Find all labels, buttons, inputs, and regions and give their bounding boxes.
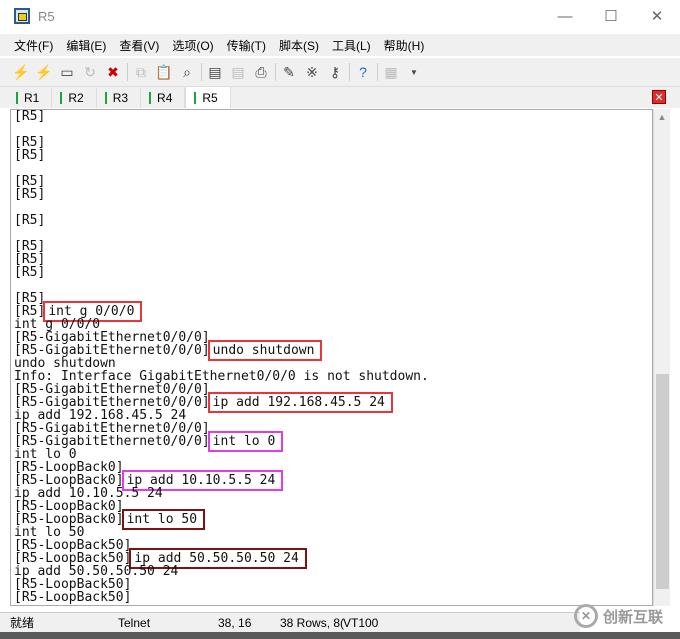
terminal-line: [R5] (14, 136, 429, 149)
terminal-line: [R5] (14, 240, 429, 253)
tab-label: R2 (68, 91, 84, 105)
sftp-icon[interactable]: ※ (303, 63, 321, 81)
find-icon[interactable]: ⌕ (178, 63, 196, 81)
paste-icon[interactable]: 📋 (155, 63, 173, 81)
tab-label: R4 (157, 91, 173, 105)
quick-connect-icon[interactable]: ⚡ (35, 63, 53, 81)
status-protocol: Telnet (118, 615, 151, 630)
line-text: [R5] (14, 213, 46, 228)
watermark-text: 创新互联 (603, 608, 664, 626)
keymap-icon[interactable]: ▦ (382, 63, 400, 81)
key-icon[interactable]: ⚷ (326, 63, 344, 81)
menu-file[interactable]: 文件(F) (14, 37, 53, 54)
menu-edit[interactable]: 编辑(E) (66, 37, 106, 54)
connect-tab-icon[interactable]: ▭ (58, 63, 76, 81)
terminal-line: [R5] (14, 188, 429, 201)
copy-icon[interactable]: ⧉ (132, 63, 150, 81)
maximize-button[interactable]: ☐ (588, 0, 634, 32)
terminal[interactable]: [R5] [R5] [R5] [R5] [R5] [R5] [R5] [R5] [R5] [R5]… (10, 109, 653, 606)
menu-view[interactable]: 查看(V) (119, 37, 159, 54)
status-cursor: 38, 16 (218, 615, 252, 630)
app-icon (14, 8, 30, 24)
scroll-up-icon[interactable]: ▲ (654, 109, 670, 126)
disconnect-icon[interactable]: ✖ (104, 63, 122, 81)
line-text: [R5] (14, 109, 46, 124)
close-tab-icon[interactable]: ✕ (652, 90, 666, 104)
reconnect-icon[interactable]: ↻ (81, 63, 99, 81)
tab-r2[interactable]: R2 (52, 88, 97, 108)
session-tabs: R1 R2 R3 R4 R5 (0, 86, 680, 108)
highlighted-command: int lo 50 (121, 509, 206, 530)
terminal-line: [R5] (14, 110, 429, 123)
line-text: [R5] (14, 148, 46, 163)
tab-r5[interactable]: R5 (185, 86, 231, 108)
watermark-logo: ✕ 创新互联 (574, 600, 674, 632)
status-ready: 就绪 (10, 616, 35, 630)
terminal-line: [R5-LoopBack50] (14, 591, 429, 604)
tab-r1[interactable]: R1 (8, 88, 53, 108)
connect-icon[interactable]: ⚡ (12, 63, 30, 81)
line-text: [R5] (14, 187, 46, 202)
status-bar: 就绪 Telnet 38, 16 38 Rows, 8( VT100 (0, 612, 580, 632)
close-button[interactable]: ✕ (634, 0, 680, 32)
tab-r4[interactable]: R4 (141, 88, 186, 108)
line-text: [R5] (14, 265, 46, 280)
print-selection-icon[interactable]: ▤ (229, 63, 247, 81)
tab-label: R5 (202, 90, 218, 105)
highlighted-command: ip add 192.168.45.5 24 (207, 392, 393, 413)
highlighted-command: undo shutdown (207, 340, 323, 361)
print-icon[interactable]: ⎙ (252, 63, 270, 81)
terminal-line: [R5] (14, 253, 429, 266)
tab-r3[interactable]: R3 (97, 88, 142, 108)
terminal-line: [R5] (14, 214, 429, 227)
line-text: [R5-LoopBack50] (14, 590, 132, 605)
session-options-icon[interactable]: ✎ (280, 63, 298, 81)
menu-tools[interactable]: 工具(L) (332, 37, 371, 54)
terminal-output: [R5] [R5] [R5] [R5] [R5] [R5] [R5] [R5] [R5] [R5]… (14, 110, 429, 604)
highlighted-command: int lo 0 (207, 431, 284, 452)
status-emulation: VT100 (343, 615, 379, 630)
menu-help[interactable]: 帮助(H) (384, 37, 425, 54)
menu-options[interactable]: 选项(O) (172, 37, 213, 54)
print-screen-icon[interactable]: ▤ (206, 63, 224, 81)
tab-label: R1 (24, 91, 40, 105)
scrollbar[interactable]: ▲ (653, 109, 670, 606)
help-icon[interactable]: ? (354, 63, 372, 81)
status-size: 38 Rows, 8( (280, 615, 345, 630)
menu-script[interactable]: 脚本(S) (279, 37, 319, 54)
terminal-line: [R5] (14, 175, 429, 188)
desktop-background (0, 632, 680, 639)
scroll-thumb[interactable] (656, 374, 669, 589)
minimize-button[interactable]: — (542, 0, 588, 32)
toolbar: ⚡ ⚡ ▭ ↻ ✖ ⧉ 📋 ⌕ ▤ ▤ ⎙ ✎ ※ ⚷ ? ▦ ▼ (0, 58, 680, 86)
menu-bar: 文件(F) 编辑(E) 查看(V) 选项(O) 传输(T) 脚本(S) 工具(L… (0, 34, 680, 56)
toolbar-overflow-icon[interactable]: ▼ (405, 63, 423, 81)
window-title: R5 (38, 8, 55, 24)
terminal-line: [R5] (14, 149, 429, 162)
terminal-line: [R5] (14, 266, 429, 279)
menu-transfer[interactable]: 传输(T) (227, 37, 266, 54)
title-bar: R5 — ☐ ✕ (0, 0, 680, 32)
tab-label: R3 (112, 91, 129, 105)
